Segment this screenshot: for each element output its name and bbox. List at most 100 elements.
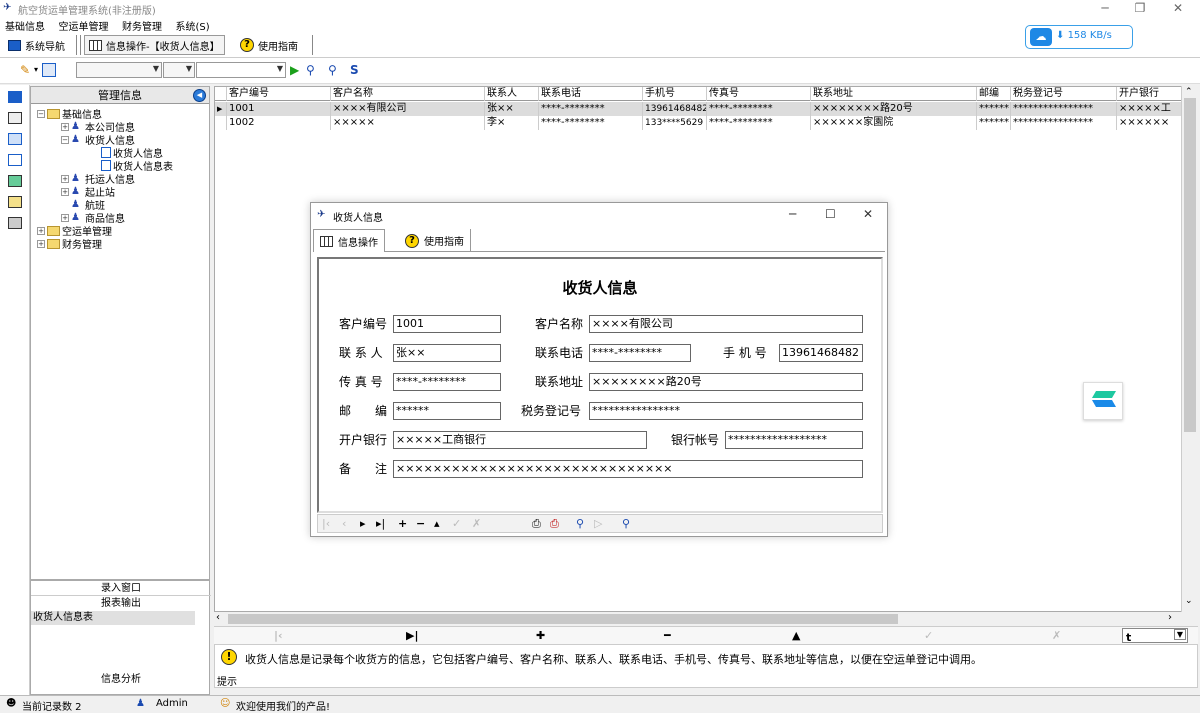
expand-toggle-icon[interactable]: + <box>37 226 45 235</box>
table-cell[interactable]: 1001 <box>227 102 331 116</box>
close-button[interactable]: ✕ <box>1163 1 1193 15</box>
filter-combo[interactable]: t ▼ <box>1122 628 1188 644</box>
column-header[interactable]: 传真号 <box>707 87 811 101</box>
table-row[interactable]: 1002 ××××× 李× ****-******** 133****5629 … <box>215 116 1181 130</box>
post-record-icon[interactable]: ✓ <box>452 517 461 530</box>
close-button[interactable]: ✕ <box>863 207 873 221</box>
cancel-record-icon[interactable]: ✗ <box>1052 629 1061 642</box>
run-query-icon[interactable]: ▶ <box>290 63 299 77</box>
prior-record-icon[interactable]: ‹ <box>342 517 346 530</box>
vertical-scrollbar[interactable]: ⌃ ⌄ <box>1181 86 1198 612</box>
find-next-icon[interactable]: ⚲ <box>328 63 337 77</box>
print-icon[interactable]: ⎙ <box>532 517 541 531</box>
column-header[interactable]: 联系电话 <box>539 87 643 101</box>
play-icon[interactable]: ▷ <box>594 517 602 530</box>
expand-toggle-icon[interactable]: − <box>37 109 45 118</box>
scrollbar-thumb[interactable] <box>228 614 898 624</box>
field-select[interactable]: ▼ <box>76 62 162 78</box>
edit-record-icon[interactable]: ▲ <box>792 629 800 642</box>
users-icon[interactable] <box>8 196 22 208</box>
table-cell[interactable]: 133****5629 <box>643 116 707 130</box>
note-field[interactable]: ×××××××××××××××××××××××××××××× <box>393 460 863 478</box>
scroll-left-icon[interactable]: ‹ <box>216 612 220 623</box>
tab-info-operation[interactable]: 信息操作 <box>313 229 385 252</box>
horizontal-scrollbar[interactable]: ‹ › <box>214 612 1182 626</box>
chevron-down-icon[interactable]: ▼ <box>1174 629 1186 640</box>
guide-button[interactable]: ? 使用指南 <box>236 35 302 55</box>
form-icon[interactable] <box>8 133 22 145</box>
last-record-icon[interactable]: ▸| <box>376 517 385 530</box>
next-record-icon[interactable]: ▸ <box>360 517 366 530</box>
table-cell[interactable]: ****** <box>977 102 1011 116</box>
expand-toggle-icon[interactable]: + <box>61 174 69 183</box>
operator-select[interactable]: ▼ <box>163 62 195 78</box>
entry-window-button[interactable]: 录入窗口 <box>31 582 211 596</box>
table-cell[interactable]: ××××× <box>331 116 485 130</box>
column-header[interactable]: 联系人 <box>485 87 539 101</box>
column-header[interactable]: 邮编 <box>977 87 1011 101</box>
scroll-down-icon[interactable]: ⌄ <box>1185 596 1193 606</box>
system-nav-button[interactable]: 系统导航 <box>4 35 69 55</box>
value-input[interactable]: ▼ <box>196 62 286 78</box>
column-header[interactable]: 客户名称 <box>331 87 485 101</box>
last-record-icon[interactable]: ▶| <box>406 629 418 642</box>
customer-name-field[interactable]: ××××有限公司 <box>589 315 863 333</box>
delete-record-icon[interactable]: ━ <box>664 629 671 642</box>
first-record-icon[interactable]: |‹ <box>322 517 330 530</box>
document-icon[interactable] <box>8 154 22 166</box>
table-cell[interactable]: ****-******** <box>539 102 643 116</box>
address-field[interactable]: ××××××××路20号 <box>589 373 863 391</box>
expand-toggle-icon[interactable]: + <box>61 187 69 196</box>
scrollbar-thumb[interactable] <box>1184 98 1196 432</box>
post-record-icon[interactable]: ✓ <box>924 629 933 642</box>
table-row[interactable]: ▶ 1001 ××××有限公司 张×× ****-******** 139614… <box>215 102 1181 116</box>
maximize-button[interactable]: ☐ <box>825 207 836 221</box>
print-icon[interactable] <box>8 217 22 229</box>
column-header[interactable]: 税务登记号 <box>1011 87 1117 101</box>
table-cell[interactable]: ****-******** <box>539 116 643 130</box>
column-header[interactable]: 手机号 <box>643 87 707 101</box>
first-record-icon[interactable]: |‹ <box>274 629 283 642</box>
edit-record-icon[interactable]: ▴ <box>434 517 440 530</box>
close-form-icon[interactable]: ⚲ <box>622 517 630 530</box>
fax-field[interactable]: ****-******** <box>393 373 501 391</box>
search-icon[interactable]: ⚲ <box>576 517 584 530</box>
insert-record-icon[interactable]: + <box>398 517 407 530</box>
phone-field[interactable]: ****-******** <box>589 344 691 362</box>
table-cell[interactable]: 1002 <box>227 116 331 130</box>
sort-icon[interactable]: S <box>350 63 359 77</box>
column-header[interactable]: 联系地址 <box>811 87 977 101</box>
expand-toggle-icon[interactable]: + <box>61 213 69 222</box>
report-output-button[interactable]: 报表输出 <box>31 597 211 611</box>
tab-usage-guide[interactable]: ? 使用指南 <box>399 229 471 252</box>
edit-icon[interactable]: ✎ <box>20 63 30 77</box>
column-header[interactable]: 开户银行 <box>1117 87 1181 101</box>
selected-report-item[interactable]: 收货人信息表 <box>31 611 195 625</box>
bank-field[interactable]: ×××××工商银行 <box>393 431 647 449</box>
tax-id-field[interactable]: **************** <box>589 402 863 420</box>
account-field[interactable]: ****************** <box>725 431 863 449</box>
print-preview-icon[interactable]: ⎙ <box>550 517 559 531</box>
restore-button[interactable]: ❐ <box>1125 1 1155 15</box>
insert-record-icon[interactable]: ✚ <box>536 629 545 642</box>
info-analysis-button[interactable]: 信息分析 <box>31 673 211 687</box>
table-cell[interactable]: 李× <box>485 116 539 130</box>
table-cell[interactable]: ××××××××路20号 <box>811 102 977 116</box>
table-cell[interactable]: ××××××家園院 <box>811 116 977 130</box>
network-icon[interactable] <box>8 112 22 124</box>
table-cell[interactable]: ****-******** <box>707 116 811 130</box>
table-cell[interactable]: ****-******** <box>707 102 811 116</box>
table-cell[interactable]: ×××××工 <box>1117 102 1181 116</box>
table-cell[interactable]: ×××××× <box>1117 116 1181 130</box>
expand-toggle-icon[interactable]: − <box>61 135 69 144</box>
column-header[interactable]: 客户编号 <box>227 87 331 101</box>
table-cell[interactable]: **************** <box>1011 102 1117 116</box>
network-speed-widget[interactable]: ☁ ⬇ 158 KB/s <box>1025 25 1133 49</box>
mobile-field[interactable]: 13961468482 <box>779 344 863 362</box>
monitor-icon[interactable] <box>8 91 22 103</box>
zip-field[interactable]: ****** <box>393 402 501 420</box>
tree-node[interactable]: + 财务管理 <box>37 236 102 251</box>
cancel-record-icon[interactable]: ✗ <box>472 517 481 530</box>
chart-icon[interactable] <box>8 175 22 187</box>
expand-toggle-icon[interactable]: + <box>61 122 69 131</box>
